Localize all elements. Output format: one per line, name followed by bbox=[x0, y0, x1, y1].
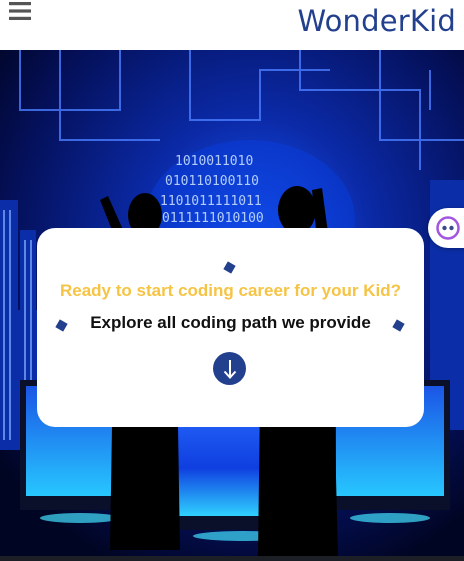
decorative-diamond-top bbox=[223, 261, 236, 274]
arrow-down-icon bbox=[223, 359, 236, 379]
menu-button[interactable] bbox=[6, 1, 34, 27]
svg-text:010110100110: 010110100110 bbox=[165, 174, 259, 189]
site-header: WonderKid bbox=[0, 0, 464, 45]
svg-text:1010011010: 1010011010 bbox=[175, 154, 253, 169]
svg-text:1101011111011: 1101011111011 bbox=[160, 194, 262, 209]
hamburger-menu-icon bbox=[9, 2, 31, 20]
hero-title: Ready to start coding career for your Ki… bbox=[59, 281, 401, 300]
hero-cta-card: Ready to start coding career for your Ki… bbox=[37, 228, 424, 427]
svg-text:0111111010100: 0111111010100 bbox=[162, 211, 264, 226]
chat-bot-face-icon bbox=[436, 216, 460, 240]
scroll-down-button[interactable] bbox=[213, 352, 246, 385]
bottom-bar bbox=[0, 556, 464, 561]
chat-widget-button[interactable] bbox=[428, 208, 464, 248]
brand-logo-text[interactable]: WonderKid bbox=[297, 4, 456, 38]
hero-subtitle: Explore all coding path we provide bbox=[90, 313, 371, 332]
